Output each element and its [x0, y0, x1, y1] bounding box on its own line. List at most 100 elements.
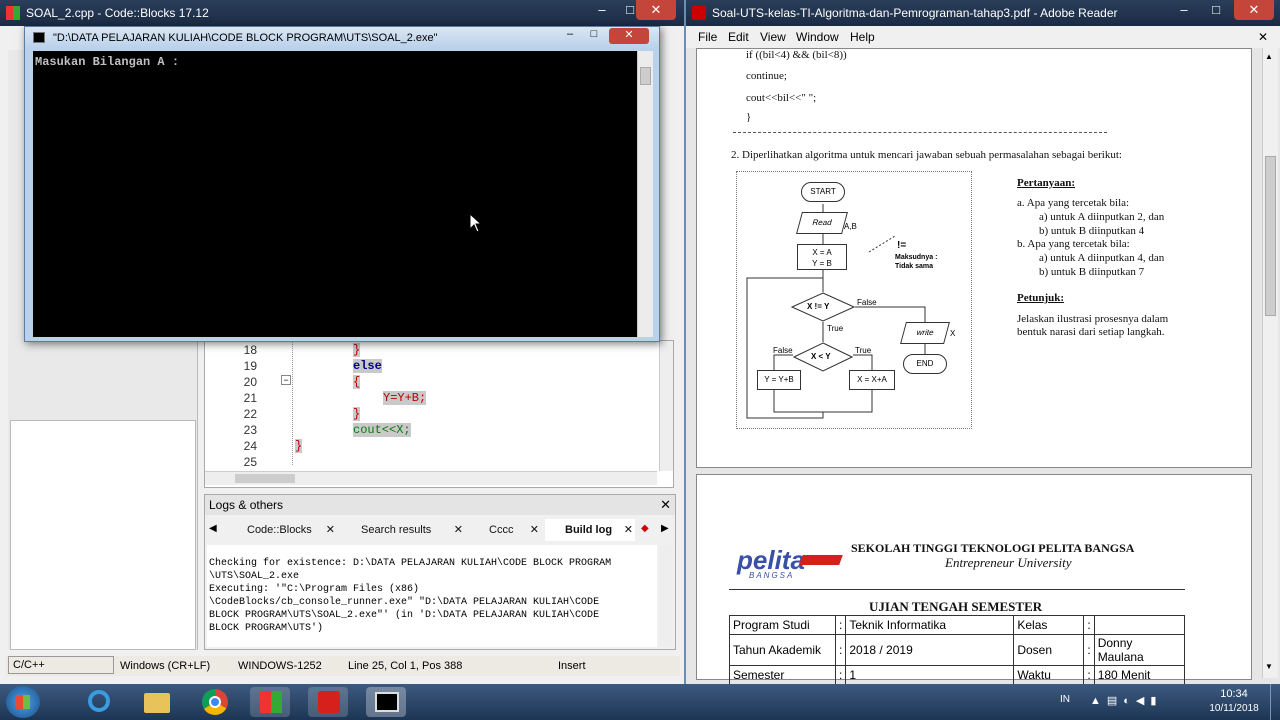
menu-window[interactable]: Window: [796, 26, 839, 48]
windows-logo-icon: [16, 695, 30, 709]
log-line: Checking for existence: D:\DATA PELAJARA…: [209, 558, 612, 569]
file-explorer-icon[interactable]: [136, 687, 176, 717]
school-tagline: Entrepreneur University: [945, 555, 1072, 570]
minimize-icon[interactable]: –: [588, 0, 616, 20]
log-line: Executing: '"C:\Program Files (x86): [209, 584, 420, 595]
console-maximize-icon[interactable]: □: [583, 28, 605, 44]
status-position: Line 25, Col 1, Pos 388: [348, 660, 463, 672]
school-name: SEKOLAH TINGGI TEKNOLOGI PELITA BANGSA: [851, 541, 1135, 555]
tab-extra-icon[interactable]: ◆: [641, 523, 649, 534]
pdf-code-line: }: [746, 111, 752, 123]
menu-file[interactable]: File: [698, 26, 717, 48]
status-bar: C/C++ Windows (CR+LF) WINDOWS-1252 Line …: [6, 656, 680, 676]
reader-close-icon[interactable]: ✕: [1234, 0, 1274, 20]
reader-scrollbar[interactable]: ▲ ▼: [1262, 48, 1278, 678]
table-cell: Program Studi: [729, 615, 836, 635]
codeblocks-titlebar[interactable]: SOAL_2.cpp - Code::Blocks 17.12: [0, 0, 684, 26]
table-cell: :: [1083, 634, 1095, 666]
code-line: else: [353, 359, 382, 373]
table-cell: :: [834, 634, 847, 666]
table-cell: 180 Menit: [1093, 665, 1186, 685]
management-tree[interactable]: [10, 420, 196, 650]
console-minimize-icon[interactable]: –: [559, 28, 581, 44]
tray-icons[interactable]: ▲▤◐◀▮: [1090, 694, 1162, 707]
scrollbar-thumb[interactable]: [1265, 156, 1276, 316]
tab-scroll-left-icon[interactable]: ◀: [209, 523, 217, 534]
flowchart-lines: [746, 204, 926, 419]
exam-title: UJIAN TENGAH SEMESTER: [869, 599, 1043, 614]
flow-neq-note-1: Maksudnya :: [895, 254, 938, 261]
logs-close-icon[interactable]: ✕: [660, 497, 671, 513]
flow-true-label: True: [827, 324, 844, 333]
console-task-icon[interactable]: [366, 687, 406, 717]
clock-time[interactable]: 10:34: [1204, 688, 1264, 700]
code-editor[interactable]: 18 } 19 else 20 − { 21 Y=Y+B; 22 } 23 co…: [204, 340, 674, 488]
table-cell: 1: [845, 665, 1015, 685]
vertical-scrollbar[interactable]: [659, 341, 673, 471]
header-rule: [729, 589, 1185, 590]
table-cell: Kelas: [1013, 615, 1085, 635]
line-number: 23: [243, 423, 257, 437]
console-scrollbar[interactable]: [637, 51, 653, 337]
console-window: "D:\DATA PELAJARAN KULIAH\CODE BLOCK PRO…: [24, 26, 660, 342]
scrollbar-thumb[interactable]: [640, 67, 651, 85]
question-2: 2. Diperlihatkan algoritma untuk mencari…: [731, 149, 1122, 161]
logo-stripe: [799, 555, 843, 565]
log-scrollbar[interactable]: [659, 545, 673, 647]
close-icon[interactable]: ✕: [636, 0, 676, 20]
line-number: 25: [243, 455, 257, 469]
flow-neq-note-2: Tidak sama: [895, 263, 934, 270]
show-desktop-button[interactable]: [1270, 684, 1280, 720]
pdf-code-line: cout<<bil<<" ";: [746, 92, 817, 104]
flow-false-label: False: [857, 298, 877, 307]
start-button[interactable]: [6, 686, 40, 718]
tab-build-log[interactable]: Build log ✕: [545, 519, 635, 541]
internet-explorer-icon[interactable]: [78, 687, 118, 717]
close-document-icon[interactable]: ✕: [1258, 26, 1268, 48]
code-line: {: [353, 375, 361, 389]
menu-view[interactable]: View: [760, 26, 786, 48]
menu-help[interactable]: Help: [850, 26, 875, 48]
flow-end: END: [903, 354, 947, 374]
tab-scroll-right-icon[interactable]: ▶: [661, 523, 669, 534]
reader-minimize-icon[interactable]: –: [1170, 0, 1198, 20]
tab-label: Build log: [565, 524, 613, 536]
code-line: }: [353, 407, 361, 421]
scroll-down-icon[interactable]: ▼: [1265, 662, 1273, 671]
pdf-page-2: pelita BANGSA SEKOLAH TINGGI TEKNOLOGI P…: [696, 474, 1252, 685]
log-line: \CodeBlocks/cb_console_runner.exe" "D:\D…: [209, 597, 600, 608]
flow-neq: !=: [897, 240, 907, 251]
console-screen[interactable]: Masukan Bilangan A :: [33, 51, 637, 337]
table-row: Semester : 1 Waktu : 180 Menit: [729, 665, 1186, 685]
table-cell: :: [1083, 615, 1095, 635]
exam-info-table: Program Studi : Teknik Informatika Kelas…: [729, 615, 1186, 685]
language-indicator[interactable]: IN: [1060, 694, 1070, 705]
petunjuk-line: Jelaskan ilustrasi prosesnya dalam: [1017, 313, 1169, 325]
flow-write: write: [900, 322, 950, 344]
scroll-up-icon[interactable]: ▲: [1265, 52, 1273, 61]
taskbar: IN ▲▤◐◀▮ 10:34 10/11/2018: [0, 684, 1280, 720]
clock-date[interactable]: 10/11/2018: [1204, 703, 1264, 714]
tab-cccc[interactable]: Cccc ✕: [469, 519, 541, 541]
pertanyaan-line: b) untuk B diinputkan 4: [1039, 225, 1145, 237]
fold-toggle-icon[interactable]: −: [281, 375, 291, 385]
logs-title: Logs & others: [209, 498, 284, 512]
line-number: 20: [243, 375, 257, 389]
codeblocks-task-icon[interactable]: [250, 687, 290, 717]
adobe-reader-task-icon[interactable]: [308, 687, 348, 717]
scrollbar-thumb[interactable]: [235, 474, 295, 483]
code-line: }: [295, 439, 303, 453]
chrome-icon[interactable]: [194, 687, 234, 717]
menu-edit[interactable]: Edit: [728, 26, 749, 48]
pertanyaan-title: Pertanyaan:: [1017, 177, 1076, 189]
table-cell: Waktu: [1013, 665, 1085, 685]
flow-start: START: [801, 182, 845, 202]
console-close-icon[interactable]: ✕: [609, 28, 649, 44]
flow-false2-label: False: [773, 346, 793, 355]
horizontal-scrollbar[interactable]: [205, 471, 657, 485]
flowchart: START Read A,B X = A Y = B != Maksudnya …: [736, 171, 972, 429]
pdf-code-line: continue;: [746, 70, 787, 82]
reader-maximize-icon[interactable]: □: [1202, 0, 1230, 20]
tab-search-results[interactable]: Search results ✕: [341, 519, 465, 541]
tab-codeblocks[interactable]: Code::Blocks ✕: [227, 519, 337, 541]
